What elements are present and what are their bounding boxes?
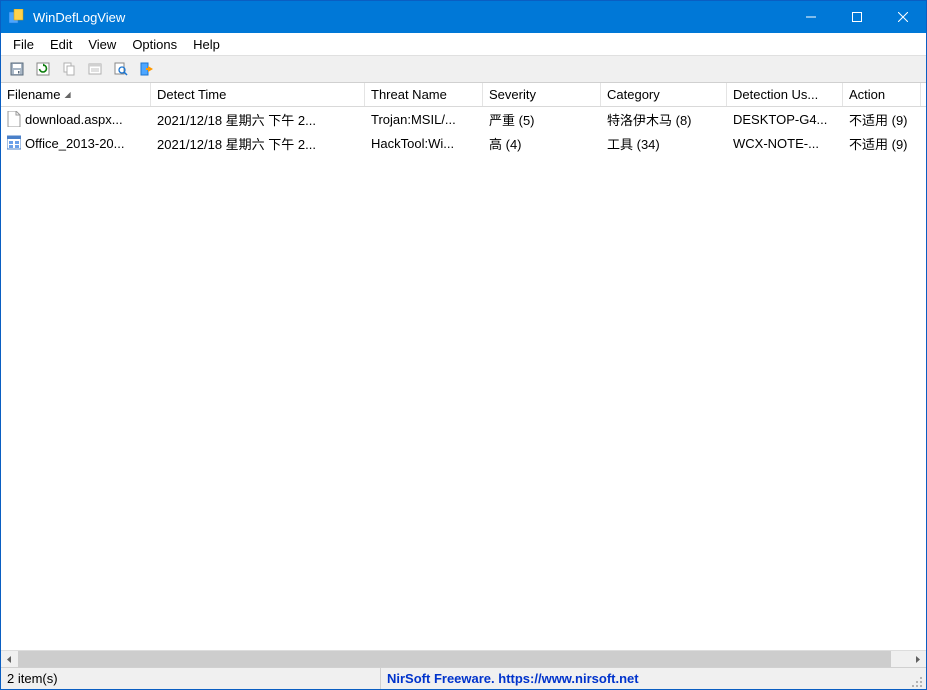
minimize-button[interactable]	[788, 1, 834, 33]
sort-indicator-icon: ◢	[64, 90, 70, 99]
blank-file-icon	[7, 111, 21, 127]
statusbar: 2 item(s) NirSoft Freeware. https://www.…	[1, 667, 926, 689]
scroll-left-button[interactable]	[1, 651, 18, 668]
menu-file[interactable]: File	[5, 35, 42, 54]
cell-action: 不适用 (9)	[843, 132, 921, 155]
menu-options[interactable]: Options	[124, 35, 185, 54]
cell-severity: 高 (4)	[483, 132, 601, 155]
cell-action: 不适用 (9)	[843, 108, 921, 131]
column-headers: Filename ◢ Detect Time Threat Name Sever…	[1, 83, 926, 107]
header-category[interactable]: Category	[601, 83, 727, 106]
scroll-right-button[interactable]	[909, 651, 926, 668]
cell-threat-name: HackTool:Wi...	[365, 134, 483, 153]
copy-button[interactable]	[57, 57, 81, 81]
resize-grip-icon[interactable]	[908, 673, 924, 689]
refresh-button[interactable]	[31, 57, 55, 81]
header-severity[interactable]: Severity	[483, 83, 601, 106]
cell-severity: 严重 (5)	[483, 108, 601, 131]
cell-category: 工具 (34)	[601, 132, 727, 155]
menu-help[interactable]: Help	[185, 35, 228, 54]
maximize-button[interactable]	[834, 1, 880, 33]
toolbar	[1, 55, 926, 83]
cell-detect-time: 2021/12/18 星期六 下午 2...	[151, 108, 365, 131]
cell-filename: download.aspx...	[25, 112, 123, 127]
rows-container: download.aspx... 2021/12/18 星期六 下午 2... …	[1, 107, 926, 650]
menu-view[interactable]: View	[80, 35, 124, 54]
menu-edit[interactable]: Edit	[42, 35, 80, 54]
status-credit-link[interactable]: NirSoft Freeware. https://www.nirsoft.ne…	[381, 671, 904, 686]
header-detection-user[interactable]: Detection Us...	[727, 83, 843, 106]
scroll-track[interactable]	[18, 651, 909, 668]
app-icon	[9, 9, 25, 25]
cell-detection-user: DESKTOP-G4...	[727, 110, 843, 129]
properties-button[interactable]	[83, 57, 107, 81]
cell-detect-time: 2021/12/18 星期六 下午 2...	[151, 132, 365, 155]
header-action[interactable]: Action	[843, 83, 921, 106]
cell-filename: Office_2013-20...	[25, 136, 125, 151]
exe-file-icon	[7, 135, 21, 151]
cell-category: 特洛伊木马 (8)	[601, 108, 727, 131]
window-title: WinDefLogView	[33, 10, 125, 25]
save-button[interactable]	[5, 57, 29, 81]
exit-button[interactable]	[135, 57, 159, 81]
header-filename[interactable]: Filename ◢	[1, 83, 151, 106]
header-detect-time[interactable]: Detect Time	[151, 83, 365, 106]
status-item-count: 2 item(s)	[1, 668, 381, 689]
horizontal-scrollbar[interactable]	[1, 650, 926, 667]
scroll-thumb[interactable]	[18, 651, 891, 668]
find-button[interactable]	[109, 57, 133, 81]
table-row[interactable]: download.aspx... 2021/12/18 星期六 下午 2... …	[1, 107, 926, 131]
cell-detection-user: WCX-NOTE-...	[727, 134, 843, 153]
menubar: File Edit View Options Help	[1, 33, 926, 55]
listview: Filename ◢ Detect Time Threat Name Sever…	[1, 83, 926, 667]
header-filename-label: Filename	[7, 87, 60, 102]
header-threat-name[interactable]: Threat Name	[365, 83, 483, 106]
cell-threat-name: Trojan:MSIL/...	[365, 110, 483, 129]
close-button[interactable]	[880, 1, 926, 33]
titlebar: WinDefLogView	[1, 1, 926, 33]
table-row[interactable]: Office_2013-20... 2021/12/18 星期六 下午 2...…	[1, 131, 926, 155]
